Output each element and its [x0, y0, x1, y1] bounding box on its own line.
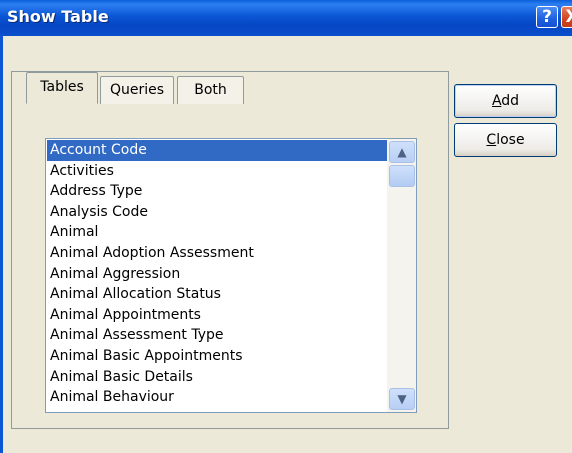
- scroll-down-icon[interactable]: ▼: [389, 388, 415, 410]
- show-table-dialog: Show Table ? X Tables Queries Both Accou…: [0, 0, 572, 453]
- list-item[interactable]: Animal Assessment Type: [47, 325, 387, 346]
- list-item[interactable]: Animal: [47, 222, 387, 243]
- list-item[interactable]: Animal Aggression: [47, 264, 387, 285]
- list-item[interactable]: Animal Adoption Assessment: [47, 243, 387, 264]
- window-border: [0, 36, 3, 453]
- table-list[interactable]: Account Code Activities Address Type Analys…: [45, 138, 417, 413]
- add-button[interactable]: Add: [454, 84, 557, 118]
- tab-both[interactable]: Both: [177, 76, 244, 104]
- title-bar[interactable]: Show Table ? X: [0, 0, 572, 36]
- scroll-thumb[interactable]: [389, 165, 415, 187]
- add-button-label: dd: [501, 93, 520, 109]
- close-button-accel: C: [486, 132, 497, 148]
- list-item[interactable]: Account Code: [47, 140, 387, 161]
- close-icon[interactable]: X: [561, 6, 572, 28]
- list-item[interactable]: Animal Allocation Status: [47, 284, 387, 305]
- window-title: Show Table: [7, 7, 109, 26]
- vertical-scrollbar[interactable]: ▲ ▼: [387, 139, 416, 412]
- list-item[interactable]: Animal Basic Appointments: [47, 346, 387, 367]
- list-item[interactable]: Analysis Code: [47, 202, 387, 223]
- list-item[interactable]: Animal Appointments: [47, 305, 387, 326]
- close-button-label: lose: [496, 132, 525, 148]
- tab-tables[interactable]: Tables: [26, 72, 98, 104]
- add-button-accel: A: [491, 93, 502, 109]
- help-icon[interactable]: ?: [536, 6, 558, 28]
- list-item[interactable]: Animal Behaviour: [47, 387, 387, 408]
- scroll-up-icon[interactable]: ▲: [389, 141, 415, 163]
- list-item[interactable]: Address Type: [47, 181, 387, 202]
- tab-queries[interactable]: Queries: [100, 76, 174, 104]
- close-button[interactable]: Close: [454, 123, 557, 157]
- table-list-items: Account Code Activities Address Type Analys…: [47, 140, 387, 408]
- list-item[interactable]: Activities: [47, 161, 387, 182]
- list-item[interactable]: Animal Basic Details: [47, 367, 387, 388]
